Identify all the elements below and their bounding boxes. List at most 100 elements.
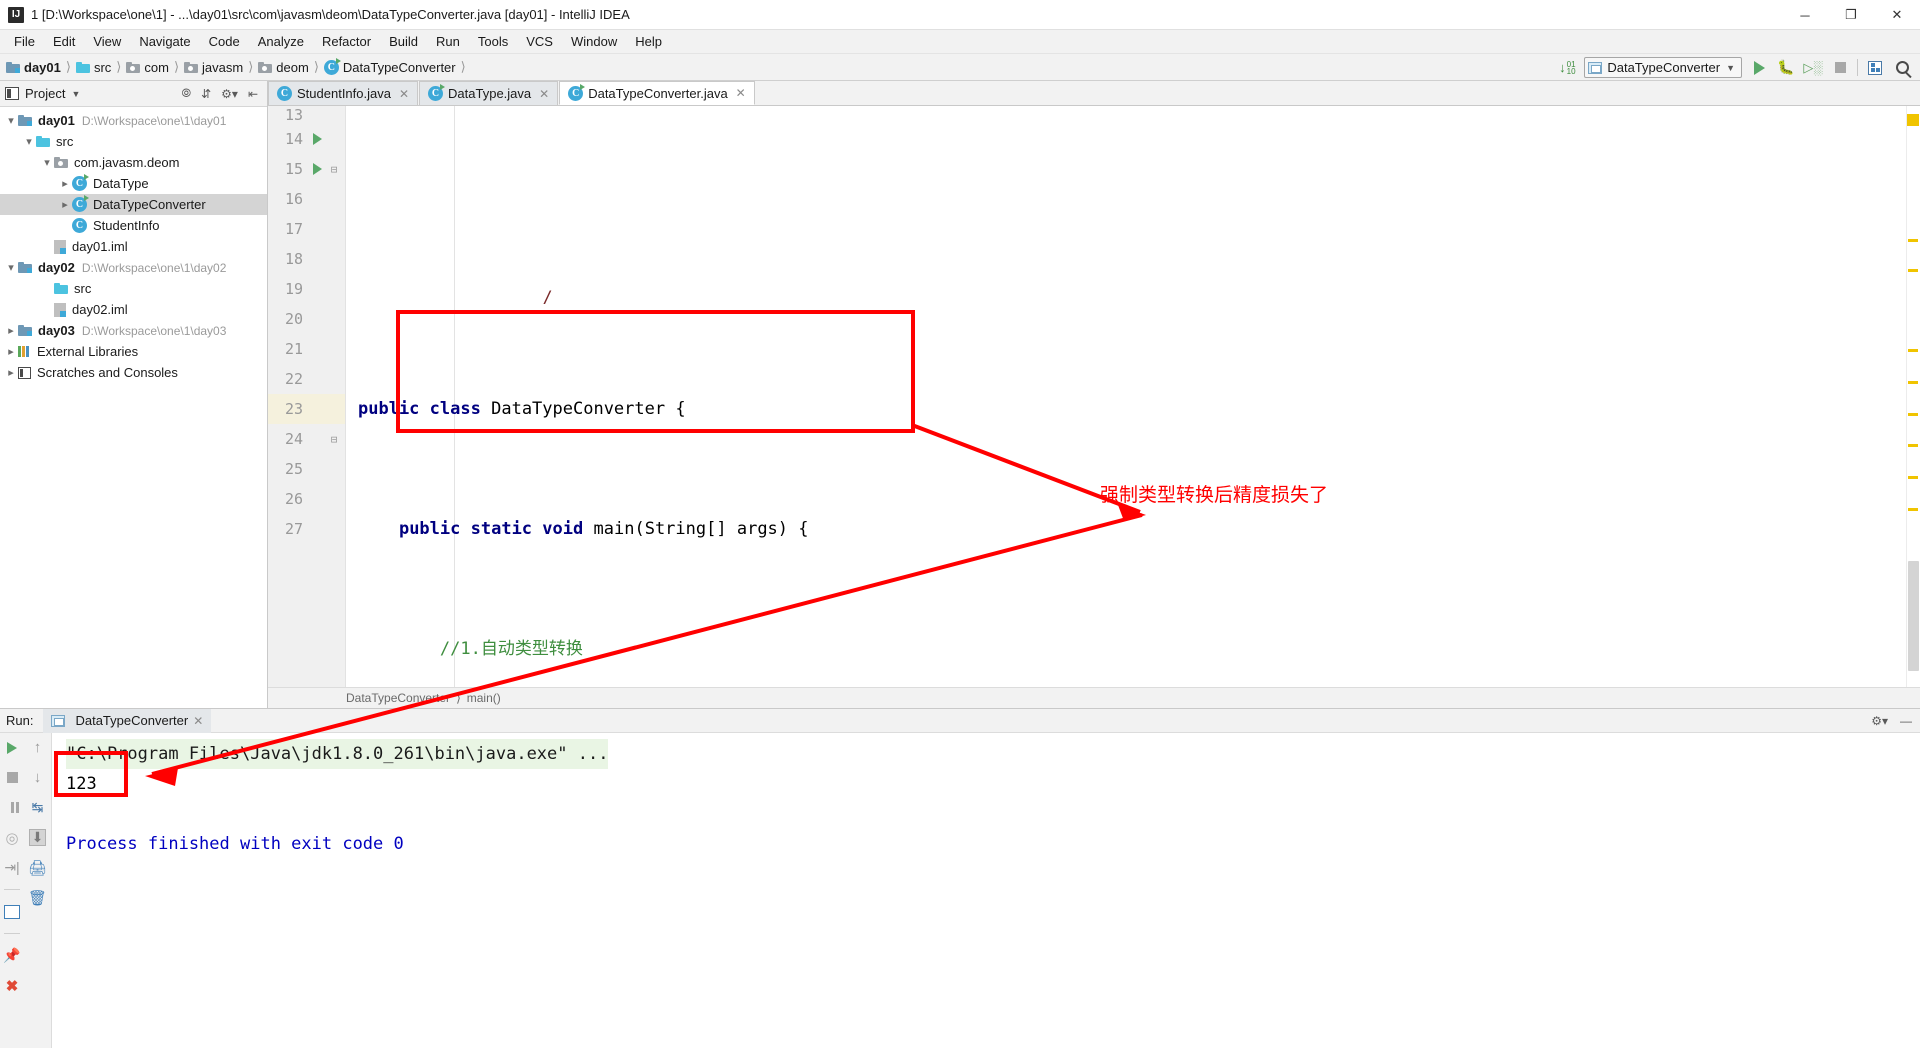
arrow-down-icon[interactable] bbox=[29, 769, 46, 786]
menu-edit[interactable]: Edit bbox=[44, 32, 84, 51]
tree-item-day01[interactable]: day01 D:\Workspace\one\1\day01 bbox=[0, 110, 267, 131]
rerun-icon[interactable] bbox=[4, 739, 21, 756]
chevron-down-icon[interactable] bbox=[40, 156, 54, 169]
tree-item-scratches-and-consoles[interactable]: Scratches and Consoles bbox=[0, 362, 267, 383]
menu-code[interactable]: Code bbox=[200, 32, 249, 51]
breadcrumb-item-class[interactable]: DataTypeConverter bbox=[343, 60, 456, 75]
pause-icon[interactable] bbox=[4, 799, 21, 816]
close-icon[interactable]: ✕ bbox=[539, 87, 549, 101]
gutter-line-15[interactable]: 15 ⊟ bbox=[268, 154, 345, 184]
collapse-all-icon[interactable]: ⇵ bbox=[201, 87, 211, 101]
arrow-up-icon[interactable] bbox=[29, 739, 46, 756]
gutter-line-24[interactable]: 24 ⊟ bbox=[268, 424, 345, 454]
update-project-icon[interactable]: ↓ 01 10 bbox=[1557, 57, 1577, 78]
search-everywhere-icon[interactable] bbox=[1892, 57, 1912, 78]
run-gutter-icon[interactable] bbox=[309, 163, 325, 175]
tab-datatype[interactable]: C DataType.java ✕ bbox=[419, 81, 559, 105]
code-editor[interactable]: 13 14 15 ⊟ 16 17 18 19 20 21 22 23 24 ⊟ 25 26 27 / publi… bbox=[268, 106, 1920, 687]
tab-studentinfo[interactable]: C StudentInfo.java ✕ bbox=[268, 81, 419, 105]
gutter-line-18[interactable]: 18 bbox=[268, 244, 345, 274]
gutter-line-22[interactable]: 22 bbox=[268, 364, 345, 394]
chevron-right-icon[interactable] bbox=[4, 345, 18, 358]
gutter-line-16[interactable]: 16 bbox=[268, 184, 345, 214]
tree-item-day02[interactable]: day02 D:\Workspace\one\1\day02 bbox=[0, 257, 267, 278]
close-icon[interactable]: ✕ bbox=[193, 714, 203, 728]
chevron-right-icon[interactable] bbox=[4, 324, 18, 337]
tree-item-external-libraries[interactable]: External Libraries bbox=[0, 341, 267, 362]
minimize-icon[interactable]: — bbox=[1900, 714, 1912, 728]
menu-file[interactable]: File bbox=[5, 32, 44, 51]
close-button[interactable]: ✕ bbox=[1874, 0, 1920, 30]
chevron-down-icon[interactable]: ▼ bbox=[71, 89, 80, 99]
breadcrumb-item-deom[interactable]: deom bbox=[276, 60, 309, 75]
tree-item-day02-iml[interactable]: day02.iml bbox=[0, 299, 267, 320]
menu-help[interactable]: Help bbox=[626, 32, 671, 51]
chevron-right-icon[interactable] bbox=[58, 198, 72, 211]
menu-vcs[interactable]: VCS bbox=[517, 32, 562, 51]
camera-icon[interactable]: ◎ bbox=[4, 829, 21, 847]
chevron-down-icon[interactable] bbox=[4, 114, 18, 127]
gutter-line-21[interactable]: 21 bbox=[268, 334, 345, 364]
gutter-line-23[interactable]: 23 bbox=[268, 394, 345, 424]
fold-icon[interactable]: ⊟ bbox=[327, 433, 341, 446]
gear-icon[interactable]: ⚙▾ bbox=[1871, 714, 1888, 728]
gutter-line-19[interactable]: 19 bbox=[268, 274, 345, 304]
menu-tools[interactable]: Tools bbox=[469, 32, 517, 51]
structure-icon[interactable] bbox=[1865, 57, 1885, 78]
gutter-line-27[interactable]: 27 bbox=[268, 514, 345, 544]
stop-button[interactable] bbox=[1830, 57, 1850, 78]
scroll-to-end-icon[interactable]: ⬇ bbox=[29, 829, 46, 846]
tree-item-studentinfo[interactable]: C StudentInfo bbox=[0, 215, 267, 236]
run-gutter-icon[interactable] bbox=[309, 133, 325, 145]
pin-icon[interactable]: 📌 bbox=[3, 947, 20, 964]
gutter-line-14[interactable]: 14 bbox=[268, 124, 345, 154]
exit-icon[interactable]: ⇥| bbox=[4, 859, 21, 876]
menu-view[interactable]: View bbox=[84, 32, 130, 51]
print-icon[interactable]: 🖨 bbox=[28, 859, 47, 877]
soft-wrap-icon[interactable]: ↹ bbox=[29, 799, 46, 816]
run-with-coverage-button[interactable]: ▷░ bbox=[1803, 57, 1823, 78]
maximize-button[interactable]: ❐ bbox=[1828, 0, 1874, 30]
menu-window[interactable]: Window bbox=[562, 32, 626, 51]
stop-icon[interactable] bbox=[4, 769, 21, 786]
tree-item-datatypeconverter[interactable]: C DataTypeConverter bbox=[0, 194, 267, 215]
menu-navigate[interactable]: Navigate bbox=[130, 32, 199, 51]
menu-refactor[interactable]: Refactor bbox=[313, 32, 380, 51]
close-icon[interactable]: ✕ bbox=[399, 87, 409, 101]
project-tree[interactable]: day01D:\Workspace\one\1\day01srccom.java… bbox=[0, 107, 267, 383]
breadcrumb-class[interactable]: DataTypeConverter bbox=[346, 691, 450, 705]
editor-marker-bar[interactable] bbox=[1906, 106, 1920, 687]
gutter-line-26[interactable]: 26 bbox=[268, 484, 345, 514]
locate-icon[interactable]: ⦾ bbox=[181, 86, 191, 101]
breadcrumb-item-day01[interactable]: day01 bbox=[24, 60, 61, 75]
editor-gutter[interactable]: 13 14 15 ⊟ 16 17 18 19 20 21 22 23 24 ⊟ 25 26 27 bbox=[268, 106, 346, 687]
run-button[interactable] bbox=[1749, 57, 1769, 78]
gutter-line-17[interactable]: 17 bbox=[268, 214, 345, 244]
run-configuration-selector[interactable]: DataTypeConverter ▼ bbox=[1584, 57, 1742, 78]
tree-item-datatype[interactable]: C DataType bbox=[0, 173, 267, 194]
layout-icon[interactable] bbox=[4, 903, 21, 920]
tab-datatypeconverter[interactable]: C DataTypeConverter.java ✕ bbox=[559, 81, 755, 105]
console-output[interactable]: "C:\Program Files\Java\jdk1.8.0_261\bin\… bbox=[52, 733, 1920, 1048]
code-text-area[interactable]: / public class DataTypeConverter { publi… bbox=[346, 106, 1906, 687]
tree-item-src[interactable]: src bbox=[0, 131, 267, 152]
menu-build[interactable]: Build bbox=[380, 32, 427, 51]
breadcrumb-item-javasm[interactable]: javasm bbox=[202, 60, 243, 75]
tree-item-com-javasm-deom[interactable]: com.javasm.deom bbox=[0, 152, 267, 173]
breadcrumb-item-com[interactable]: com bbox=[144, 60, 169, 75]
chevron-down-icon[interactable] bbox=[22, 135, 36, 148]
gutter-line-20[interactable]: 20 bbox=[268, 304, 345, 334]
menu-run[interactable]: Run bbox=[427, 32, 469, 51]
gutter-line-25[interactable]: 25 bbox=[268, 454, 345, 484]
chevron-right-icon[interactable] bbox=[58, 177, 72, 190]
breadcrumb-item-src[interactable]: src bbox=[94, 60, 111, 75]
chevron-down-icon[interactable] bbox=[4, 261, 18, 274]
chevron-right-icon[interactable] bbox=[4, 366, 18, 379]
trash-icon[interactable]: 🗑 bbox=[28, 889, 47, 907]
tree-item-src[interactable]: src bbox=[0, 278, 267, 299]
debug-button[interactable]: 🐛 bbox=[1776, 57, 1796, 78]
hide-icon[interactable]: ⇤ bbox=[248, 87, 258, 101]
close-icon[interactable]: ✖ bbox=[4, 977, 21, 995]
breadcrumb-method[interactable]: main() bbox=[467, 691, 501, 705]
menu-analyze[interactable]: Analyze bbox=[249, 32, 313, 51]
